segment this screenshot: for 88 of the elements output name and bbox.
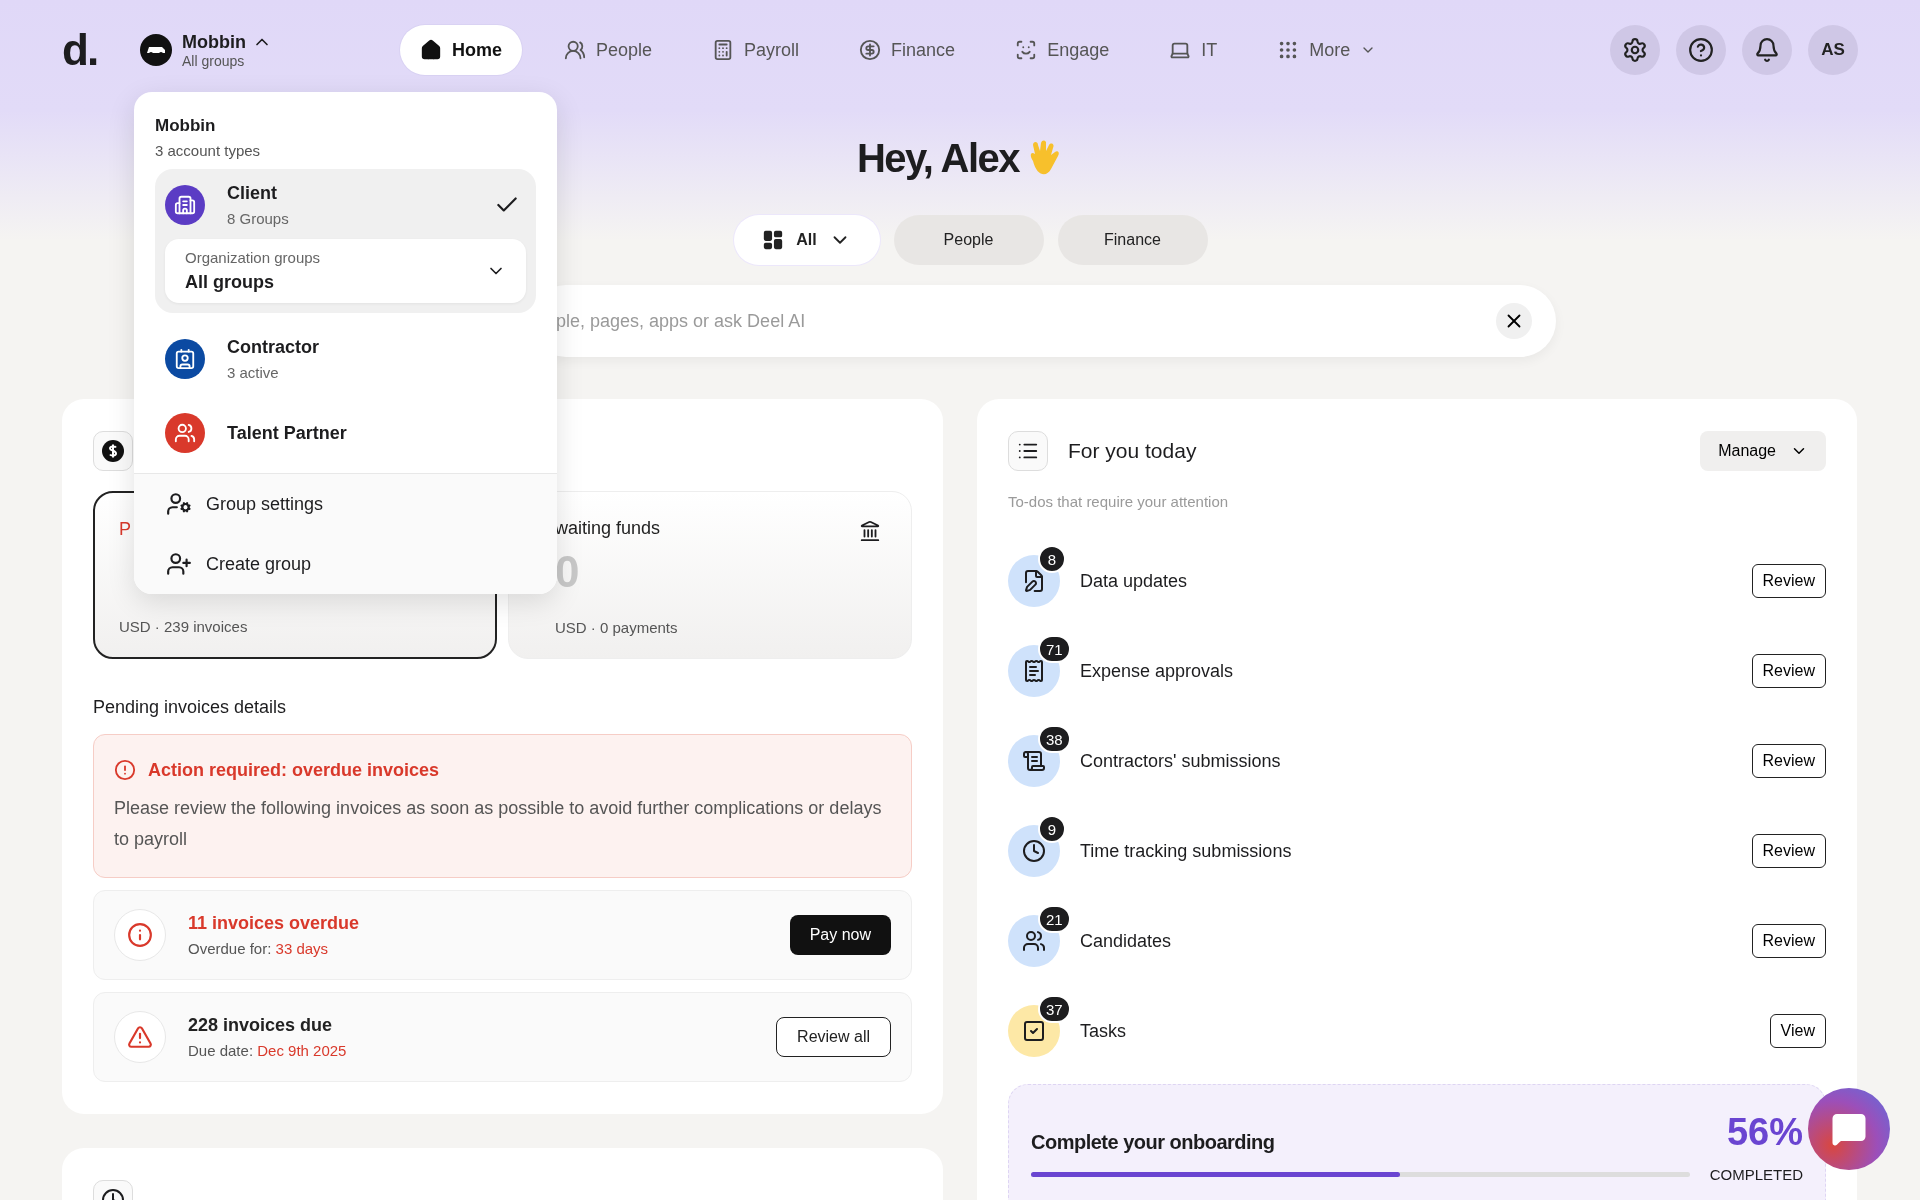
nav-tab[interactable]: Payroll — [692, 25, 820, 75]
group-select[interactable]: Organization groups All groups — [165, 239, 526, 303]
select-value: All groups — [185, 272, 275, 293]
nav-tab[interactable]: IT — [1149, 25, 1238, 75]
invoice-title: 11 invoices overdue — [188, 913, 361, 934]
count-badge: 9 — [1038, 815, 1066, 843]
dollar-icon — [859, 39, 882, 61]
review-button[interactable]: Review — [1751, 564, 1826, 598]
house-icon — [420, 39, 442, 61]
invoice-title: 228 invoices due — [188, 1015, 334, 1036]
greeting: Hey, Alex — [856, 136, 1020, 181]
chat-icon — [1831, 1111, 1867, 1147]
todo-label: Candidates — [1080, 930, 1173, 952]
menu-title: Mobbin — [155, 116, 217, 136]
account-switcher[interactable]: Mobbin All groups — [140, 31, 272, 69]
count-badge: 8 — [1038, 545, 1066, 573]
count-badge: 71 — [1038, 635, 1071, 663]
bell-icon — [1754, 37, 1780, 63]
account-type-item[interactable]: Client 8 Groups — [165, 175, 526, 235]
settings-button[interactable] — [1610, 25, 1660, 75]
review-button[interactable]: Review — [1751, 744, 1826, 778]
count-badge: 37 — [1038, 995, 1071, 1023]
account-type-detail: 3 active — [227, 364, 280, 381]
nav-tab[interactable]: People — [544, 25, 673, 75]
todo-label: Contractors' submissions — [1080, 750, 1282, 772]
pay-now-button[interactable]: Pay now — [789, 915, 891, 955]
filter-chip[interactable]: People — [893, 215, 1044, 265]
card-subtitle: To-dos that require your attention — [1008, 493, 1230, 510]
tile-label: waiting funds — [555, 518, 661, 539]
account-type-name: Contractor — [227, 337, 320, 358]
search-field[interactable]: ple, pages, apps or ask Deel AI — [554, 309, 1496, 333]
account-name: Mobbin — [182, 31, 246, 53]
face-scan-icon — [1015, 39, 1038, 61]
menu-subtitle: 3 account types — [155, 142, 262, 159]
tile-label: P — [119, 519, 131, 540]
user-plus-icon — [166, 551, 192, 577]
layout-icon — [762, 229, 785, 251]
progress-status: COMPLETED — [1709, 1166, 1803, 1183]
user-gear-icon — [166, 491, 192, 517]
warning-icon — [114, 1011, 166, 1063]
card-title: For you today — [1068, 439, 1198, 463]
view-button[interactable]: View — [1769, 1014, 1826, 1048]
todo-label: Tasks — [1080, 1020, 1127, 1042]
settings-icon — [1622, 37, 1648, 63]
company-avatar-icon — [140, 34, 172, 66]
nav-tab[interactable]: More — [1257, 25, 1397, 75]
account-type-item[interactable]: Talent Partner — [165, 405, 526, 461]
alert-title: Action required: overdue invoices — [148, 759, 440, 781]
help-icon — [1688, 37, 1714, 63]
nav-tab[interactable]: Home — [400, 25, 522, 75]
todo-label: Data updates — [1080, 570, 1189, 592]
list-icon — [1008, 431, 1048, 471]
logo: d. — [62, 25, 99, 75]
select-label: Organization groups — [185, 249, 322, 266]
invoice-meta: Overdue for: 33 days — [188, 940, 330, 957]
filter-chip[interactable]: All — [733, 215, 880, 265]
manage-button[interactable]: Manage — [1700, 431, 1826, 471]
count-badge: 21 — [1038, 905, 1071, 933]
filter-chip[interactable]: Finance — [1057, 215, 1208, 265]
review-button[interactable]: Review — [1751, 834, 1826, 868]
review-button[interactable]: Review — [1751, 654, 1826, 688]
alert-text: Please review the following invoices as soon as possible to avoid further complications or delays to payroll — [114, 797, 883, 851]
close-button[interactable] — [1496, 303, 1532, 339]
profile-avatar[interactable]: AS — [1808, 25, 1858, 75]
alert-icon — [114, 759, 136, 781]
progress-percent: 56% — [1725, 1111, 1803, 1154]
account-type-detail: 8 Groups — [227, 210, 290, 227]
section-title: Pending invoices details — [93, 697, 288, 718]
account-type-name: Client — [227, 183, 278, 204]
info-icon — [114, 909, 166, 961]
account-type-name: Talent Partner — [227, 422, 348, 444]
tile-detail: USD · 239 invoices — [119, 618, 249, 635]
onboarding-title: Complete your onboarding — [1031, 1131, 1276, 1154]
bank-icon — [859, 520, 881, 542]
todo-label: Expense approvals — [1080, 660, 1235, 682]
people-icon — [564, 39, 586, 61]
count-badge: 38 — [1038, 725, 1071, 753]
account-type-item[interactable]: Contractor 3 active — [165, 329, 526, 389]
help-button[interactable] — [1676, 25, 1726, 75]
review-all-button[interactable]: Review all — [776, 1017, 891, 1057]
review-button[interactable]: Review — [1751, 924, 1826, 958]
account-subtitle: All groups — [182, 52, 246, 69]
nav-tab[interactable]: Finance — [839, 25, 976, 75]
invoice-meta: Due date: Dec 9th 2025 — [188, 1042, 348, 1059]
tile-detail: USD · 0 payments — [555, 619, 679, 636]
todo-label: Time tracking submissions — [1080, 840, 1293, 862]
notifications-button[interactable] — [1742, 25, 1792, 75]
nav-tab[interactable]: Engage — [995, 25, 1130, 75]
